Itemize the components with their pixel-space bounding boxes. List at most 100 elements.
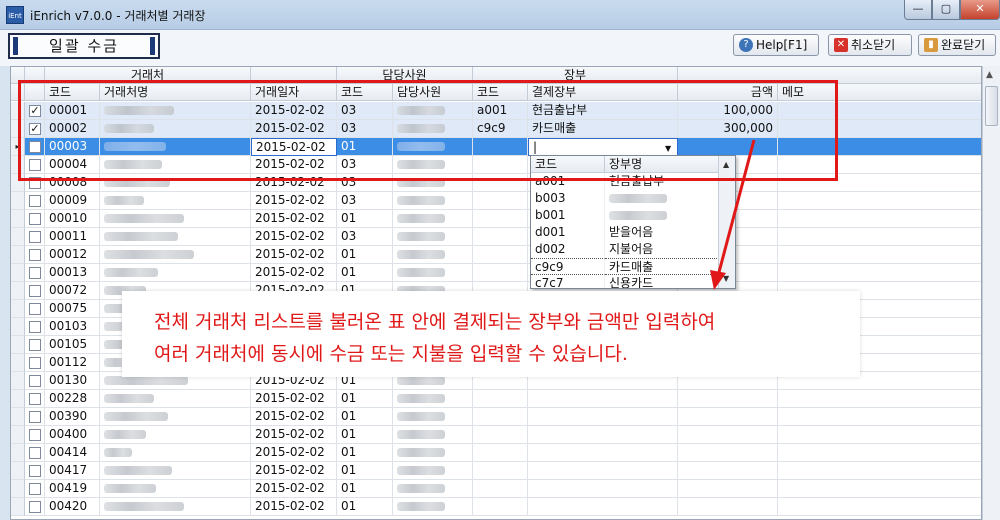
- cell-name[interactable]: [100, 246, 251, 264]
- dropdown-scrollbar[interactable]: ▲ ▼: [718, 156, 735, 288]
- cell-code[interactable]: 00009: [45, 192, 100, 210]
- table-row[interactable]: 00010 2015-02-02 01: [11, 210, 981, 228]
- cell-code[interactable]: 00011: [45, 228, 100, 246]
- row-checkbox[interactable]: [29, 447, 41, 459]
- cell-staff-code[interactable]: 03: [337, 174, 393, 192]
- cell-staff-code[interactable]: 01: [337, 138, 393, 156]
- cell-staff-name[interactable]: [393, 444, 473, 462]
- row-header[interactable]: [11, 354, 25, 372]
- cell-staff-code[interactable]: 01: [337, 426, 393, 444]
- cell-ledger-code[interactable]: [473, 246, 528, 264]
- dropdown-item[interactable]: c7c7 신용카드: [531, 275, 719, 288]
- cell-staff-code[interactable]: 01: [337, 480, 393, 498]
- cell-memo[interactable]: [778, 102, 981, 120]
- cell-code[interactable]: 00112: [45, 354, 100, 372]
- cell-staff-name[interactable]: [393, 120, 473, 138]
- cell-staff-code[interactable]: 03: [337, 228, 393, 246]
- column-header-staff-name[interactable]: 담당사원: [393, 84, 473, 101]
- cell-staff-name[interactable]: [393, 390, 473, 408]
- cell-ledger-code[interactable]: c9c9: [473, 120, 528, 138]
- cell-staff-code[interactable]: 01: [337, 264, 393, 282]
- cell-memo[interactable]: [778, 480, 981, 498]
- row-header[interactable]: [11, 264, 25, 282]
- cell-code[interactable]: 00420: [45, 498, 100, 516]
- row-header[interactable]: [11, 246, 25, 264]
- cell-memo[interactable]: [778, 264, 981, 282]
- cell-name[interactable]: [100, 210, 251, 228]
- cell-staff-code[interactable]: 03: [337, 156, 393, 174]
- cell-code[interactable]: 00419: [45, 480, 100, 498]
- maximize-button[interactable]: ▢: [932, 0, 960, 20]
- row-header[interactable]: [11, 210, 25, 228]
- cell-date[interactable]: 2015-02-02: [251, 390, 337, 408]
- cell-code[interactable]: 00390: [45, 408, 100, 426]
- table-row[interactable]: 00013 2015-02-02 01: [11, 264, 981, 282]
- cell-name[interactable]: [100, 228, 251, 246]
- table-row[interactable]: 00417 2015-02-02 01: [11, 462, 981, 480]
- dropdown-item[interactable]: b003: [531, 190, 719, 207]
- cell-ledger-code[interactable]: [473, 210, 528, 228]
- cell-memo[interactable]: [778, 462, 981, 480]
- table-row[interactable]: 00390 2015-02-02 01: [11, 408, 981, 426]
- cell-ledger-code[interactable]: [473, 498, 528, 516]
- row-checkbox[interactable]: [29, 195, 41, 207]
- cell-ledger-code[interactable]: [473, 480, 528, 498]
- cell-date[interactable]: 2015-02-02: [251, 426, 337, 444]
- cell-memo[interactable]: [778, 156, 981, 174]
- row-header[interactable]: [11, 372, 25, 390]
- row-header[interactable]: [11, 228, 25, 246]
- cell-amount[interactable]: [678, 390, 778, 408]
- cell-date[interactable]: 2015-02-02: [251, 102, 337, 120]
- cell-date[interactable]: 2015-02-02: [251, 120, 337, 138]
- cell-ledger-code[interactable]: a001: [473, 102, 528, 120]
- row-header[interactable]: [11, 462, 25, 480]
- cell-name[interactable]: [100, 390, 251, 408]
- dropdown-item[interactable]: d002 지불어음: [531, 241, 719, 258]
- cell-amount[interactable]: [678, 408, 778, 426]
- cell-name[interactable]: [100, 462, 251, 480]
- cell-memo[interactable]: [778, 138, 981, 156]
- table-row[interactable]: 00012 2015-02-02 01: [11, 246, 981, 264]
- table-row[interactable]: 00419 2015-02-02 01: [11, 480, 981, 498]
- cell-memo[interactable]: [778, 408, 981, 426]
- cell-date[interactable]: 2015-02-02: [251, 210, 337, 228]
- row-checkbox[interactable]: [29, 429, 41, 441]
- cell-date[interactable]: 2015-02-02: [251, 444, 337, 462]
- cell-date[interactable]: 2015-02-02: [251, 156, 337, 174]
- cell-amount[interactable]: [678, 498, 778, 516]
- row-header[interactable]: [11, 390, 25, 408]
- cell-ledger-code[interactable]: [473, 462, 528, 480]
- help-button[interactable]: ? Help[F1]: [733, 34, 819, 56]
- cell-staff-name[interactable]: [393, 480, 473, 498]
- cell-staff-name[interactable]: [393, 210, 473, 228]
- cell-memo[interactable]: [778, 444, 981, 462]
- done-close-button[interactable]: ▮ 완료닫기: [918, 34, 996, 56]
- row-checkbox[interactable]: [29, 483, 41, 495]
- cell-ledger-code[interactable]: [473, 390, 528, 408]
- column-header-ledger-name[interactable]: 결제장부: [528, 84, 678, 101]
- cell-ledger-code[interactable]: [473, 138, 528, 156]
- column-header-name[interactable]: 거래처명: [100, 84, 251, 101]
- cell-staff-name[interactable]: [393, 138, 473, 156]
- row-checkbox[interactable]: ✓: [29, 123, 41, 135]
- cell-code[interactable]: 00130: [45, 372, 100, 390]
- cell-ledger-name[interactable]: [528, 408, 678, 426]
- cell-ledger-code[interactable]: [473, 174, 528, 192]
- cell-memo[interactable]: [778, 498, 981, 516]
- cell-date[interactable]: 2015-02-02: [251, 408, 337, 426]
- cell-code[interactable]: 00012: [45, 246, 100, 264]
- table-row[interactable]: 00004 2015-02-02 03: [11, 156, 981, 174]
- cell-name[interactable]: [100, 138, 251, 156]
- table-row[interactable]: ▸ 00003 2015-02-02 01 | ▼: [11, 138, 981, 156]
- cell-staff-name[interactable]: [393, 498, 473, 516]
- row-checkbox[interactable]: [29, 159, 41, 171]
- cell-staff-name[interactable]: [393, 264, 473, 282]
- cell-ledger-name[interactable]: 카드매출: [528, 120, 678, 138]
- cell-code[interactable]: 00001: [45, 102, 100, 120]
- cell-memo[interactable]: [778, 426, 981, 444]
- cell-staff-code[interactable]: 01: [337, 210, 393, 228]
- cell-staff-name[interactable]: [393, 192, 473, 210]
- column-header-code[interactable]: 코드: [45, 84, 100, 101]
- row-checkbox[interactable]: [29, 465, 41, 477]
- table-row[interactable]: 00420 2015-02-02 01: [11, 498, 981, 516]
